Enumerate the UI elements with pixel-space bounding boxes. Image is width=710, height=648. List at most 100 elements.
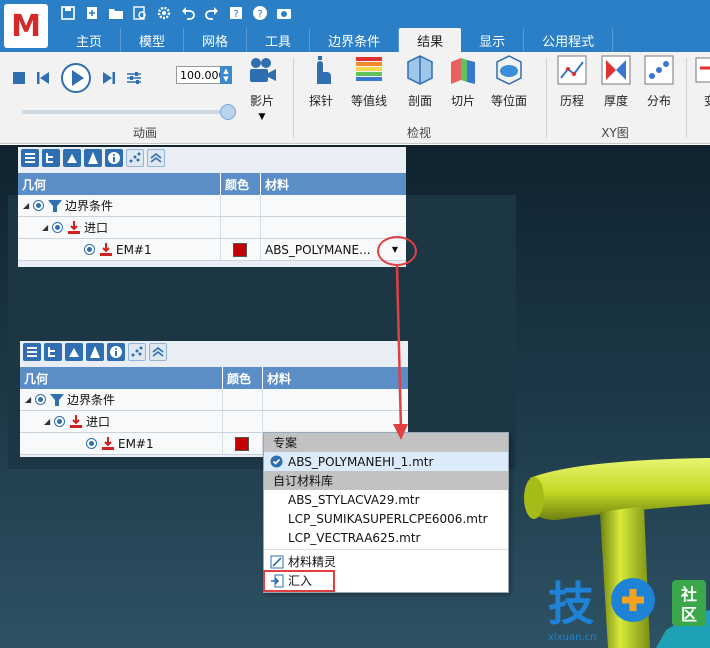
tab-tools[interactable]: 工具: [247, 28, 311, 52]
section-button[interactable]: 剖面: [404, 54, 436, 109]
isosurface-label: 等位面: [491, 94, 528, 108]
extra-tool-button[interactable]: 变: [694, 54, 710, 109]
tree-icon[interactable]: [44, 343, 62, 361]
header-material: 材料: [265, 177, 290, 192]
geometry-grid: 几何 颜色 材料 ◢ 边界条件 ◢ 进口 EM#1 ABS_POLYMANE... ▼: [18, 173, 406, 261]
chevron-down-icon[interactable]: ▼: [259, 112, 266, 122]
slice-button[interactable]: 切片: [447, 54, 479, 109]
info-icon[interactable]: [105, 149, 123, 167]
stop-icon[interactable]: [12, 71, 26, 85]
scatter-icon[interactable]: [126, 149, 144, 167]
animation-slider-track[interactable]: [22, 110, 232, 114]
contour-button[interactable]: 等值线: [351, 54, 387, 109]
tab-display[interactable]: 显示: [461, 28, 525, 52]
visibility-icon[interactable]: [54, 416, 65, 427]
spin-down-icon[interactable]: ▼: [223, 75, 228, 83]
dropdown-item[interactable]: LCP_SUMIKASUPERLCPE6006.mtr: [264, 509, 508, 528]
expand-icon[interactable]: ◢: [23, 201, 31, 210]
visibility-icon[interactable]: [86, 438, 97, 449]
preview-icon[interactable]: [130, 3, 149, 22]
spin-up-icon[interactable]: ▲: [223, 67, 228, 75]
tab-home[interactable]: 主页: [58, 28, 122, 52]
tab-results[interactable]: 结果: [399, 28, 462, 52]
list-icon[interactable]: [21, 149, 39, 167]
tab-boundary[interactable]: 边界条件: [310, 28, 400, 52]
material-value[interactable]: ABS_POLYMANE...: [265, 243, 371, 257]
scatter-icon[interactable]: [128, 343, 146, 361]
color-swatch[interactable]: [235, 436, 249, 451]
distribution-button[interactable]: 分布: [643, 54, 675, 109]
distribution-label: 分布: [646, 94, 671, 108]
spin-arrows[interactable]: ▲ ▼: [220, 66, 232, 84]
visibility-icon[interactable]: [35, 394, 46, 405]
info-icon[interactable]: [107, 343, 125, 361]
table-row[interactable]: ◢ 进口: [18, 217, 406, 239]
play-icon[interactable]: [60, 62, 92, 94]
probe-label: 探针: [308, 94, 333, 108]
contour-label: 等值线: [351, 94, 388, 108]
table-row[interactable]: EM#1 ABS_POLYMANE... ▼: [18, 239, 406, 261]
table-row[interactable]: ◢ 边界条件: [18, 195, 406, 217]
settings-sliders-icon[interactable]: [126, 70, 142, 86]
thickness-label: 厚度: [603, 94, 628, 108]
open-icon[interactable]: [106, 3, 125, 22]
isosurface-button[interactable]: 等位面: [491, 54, 527, 109]
row-label: 边界条件: [67, 393, 116, 407]
dropdown-item[interactable]: ABS_STYLACVA29.mtr: [264, 490, 508, 509]
cone-icon[interactable]: [84, 149, 102, 167]
header-material: 材料: [267, 371, 292, 386]
probe-button[interactable]: 探针: [305, 54, 337, 109]
annotation-circle: [377, 236, 417, 266]
row-label: 进口: [84, 221, 109, 235]
boundary-icon[interactable]: [63, 149, 81, 167]
dropdown-item[interactable]: LCP_VECTRAA625.mtr: [264, 528, 508, 547]
next-frame-icon[interactable]: [102, 71, 116, 85]
redo-icon[interactable]: [202, 3, 221, 22]
save-icon[interactable]: [58, 3, 77, 22]
gear-icon[interactable]: [154, 3, 173, 22]
boundary-icon[interactable]: [65, 343, 83, 361]
help-icon[interactable]: ?: [250, 3, 269, 22]
material-wizard-item[interactable]: 材料精灵: [264, 552, 508, 571]
list-icon[interactable]: [23, 343, 41, 361]
watermark-main: 技: [548, 577, 594, 631]
new-icon[interactable]: [82, 3, 101, 22]
undo-icon[interactable]: [178, 3, 197, 22]
table-row[interactable]: ◢ 进口: [20, 411, 408, 433]
animation-slider-handle[interactable]: [220, 104, 236, 120]
row-label: 边界条件: [65, 199, 114, 213]
dropdown-item-selected[interactable]: ABS_POLYMANEHI_1.mtr: [264, 452, 508, 471]
expand-icon[interactable]: ◢: [42, 223, 50, 232]
movie-button[interactable]: 影片 ▼: [246, 54, 278, 122]
movie-camera-icon: [246, 54, 278, 86]
visibility-icon[interactable]: [52, 222, 63, 233]
extra-tool-icon: [694, 54, 710, 86]
watermark-badge-bottom: 区: [681, 605, 697, 624]
expand-icon[interactable]: ◢: [44, 417, 52, 426]
camera-icon[interactable]: [274, 3, 293, 22]
color-swatch[interactable]: [233, 242, 247, 257]
cone-icon[interactable]: [86, 343, 104, 361]
visibility-icon[interactable]: [33, 200, 44, 211]
thickness-button[interactable]: 厚度: [600, 54, 632, 109]
watermark-url: xixuan.cn: [548, 632, 596, 643]
collapse-icon[interactable]: [149, 343, 167, 361]
collapse-icon[interactable]: [147, 149, 165, 167]
slice-label: 切片: [450, 94, 475, 108]
help-box-icon[interactable]: ?: [226, 3, 245, 22]
app-logo[interactable]: M: [4, 4, 48, 48]
inlet-icon: [70, 414, 82, 428]
tab-mesh[interactable]: 网格: [184, 28, 248, 52]
group-inspect-label: 检视: [406, 126, 431, 140]
tab-model[interactable]: 模型: [121, 28, 185, 52]
tree-icon[interactable]: [42, 149, 60, 167]
table-row[interactable]: ◢ 边界条件: [20, 389, 408, 411]
material-dropdown[interactable]: 专案 ABS_POLYMANEHI_1.mtr 自订材料库 ABS_STYLAC…: [263, 432, 509, 593]
isosurface-icon: [493, 54, 525, 86]
tab-utilities[interactable]: 公用程式: [524, 28, 614, 52]
distribution-icon: [643, 54, 675, 86]
visibility-icon[interactable]: [84, 244, 95, 255]
expand-icon[interactable]: ◢: [25, 395, 33, 404]
history-button[interactable]: 历程: [556, 54, 588, 109]
prev-frame-icon[interactable]: [36, 71, 50, 85]
